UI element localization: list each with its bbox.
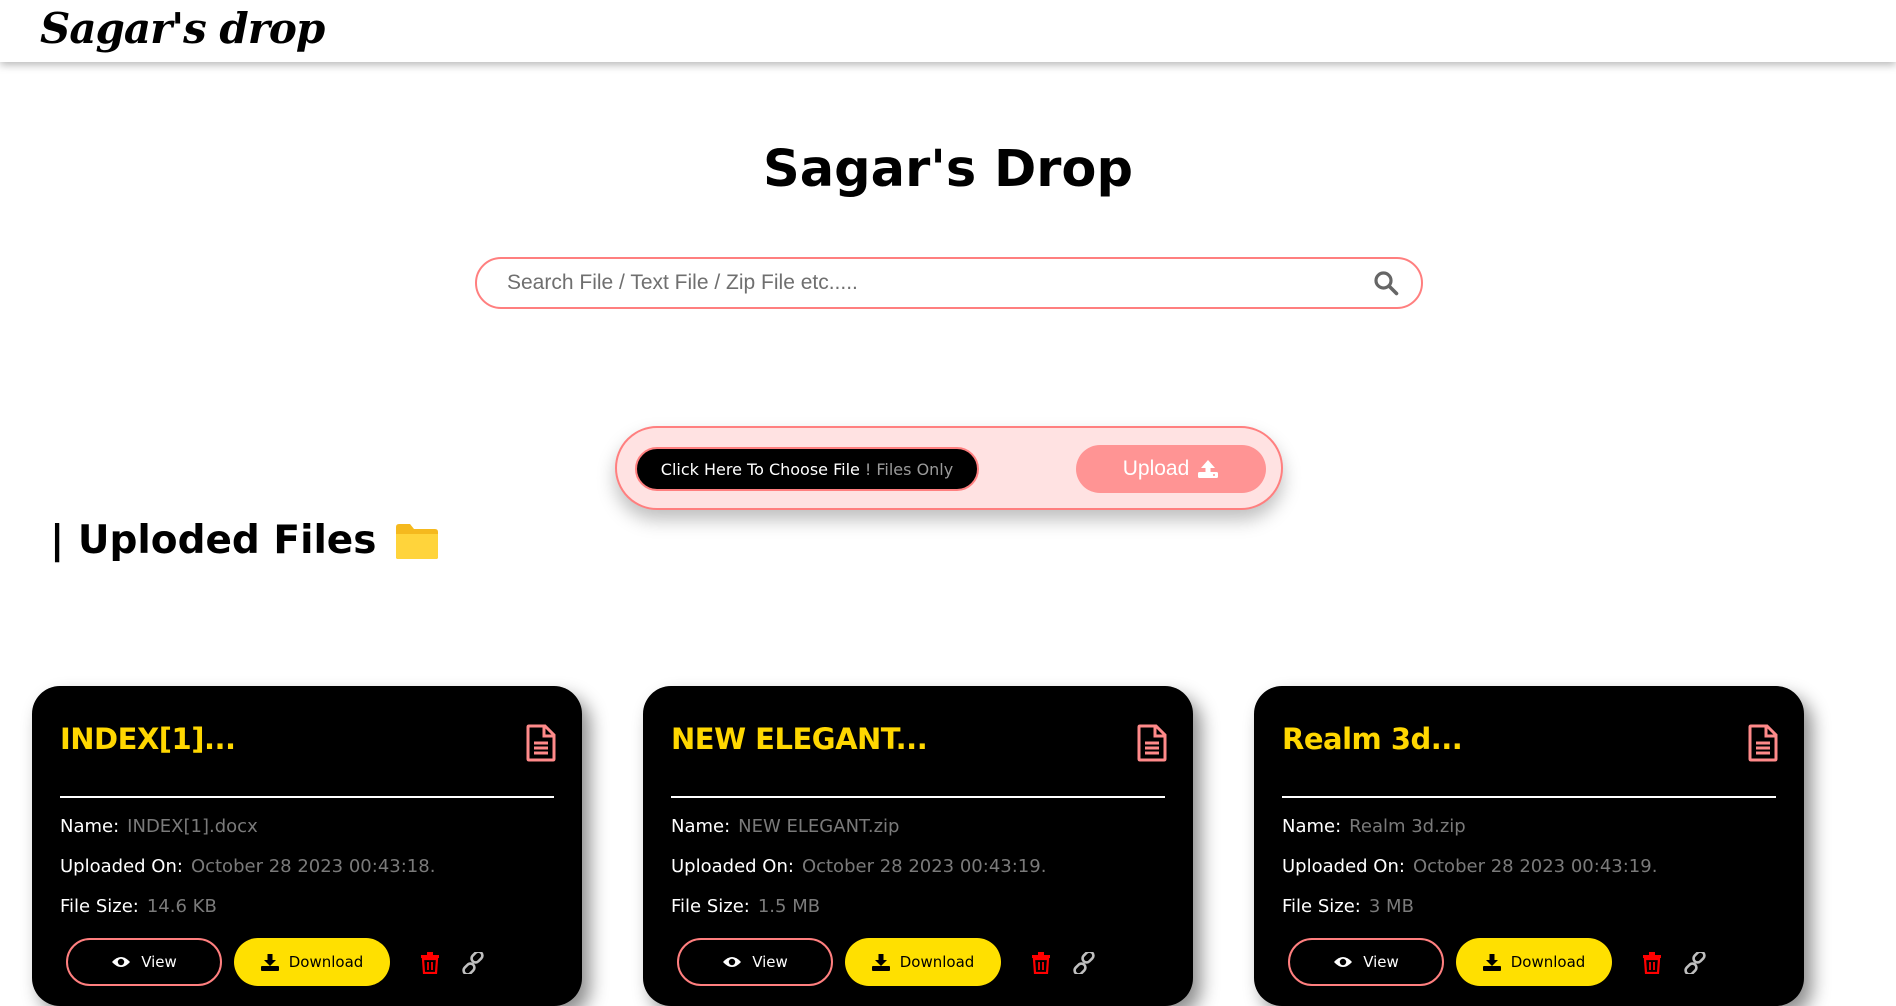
download-label: Download — [288, 953, 364, 971]
trash-icon[interactable] — [420, 952, 440, 974]
view-button[interactable]: View — [1288, 938, 1444, 986]
upload-button[interactable]: Upload — [1076, 445, 1266, 493]
download-label: Download — [899, 953, 975, 971]
file-size-label: File Size: — [1282, 896, 1361, 917]
download-icon — [260, 953, 279, 971]
document-icon — [1137, 724, 1167, 762]
view-label: View — [141, 953, 177, 971]
file-card-title: INDEX[1]... — [60, 722, 236, 756]
uploaded-on-value: October 28 2023 00:43:19. — [801, 856, 1047, 877]
file-card: NEW ELEGANT... Name: NEW ELEGANT.zip Uplo… — [643, 686, 1193, 1006]
file-size-row: File Size: 1.5 MB — [671, 896, 820, 917]
view-label: View — [1363, 953, 1399, 971]
file-card: Realm 3d... Name: Realm 3d.zip Uploaded O… — [1254, 686, 1804, 1006]
file-card-title: NEW ELEGANT... — [671, 722, 928, 756]
trash-icon[interactable] — [1031, 952, 1051, 974]
uploaded-on-label: Uploaded On: — [1282, 856, 1405, 877]
file-name-label: Name: — [671, 816, 731, 837]
download-button[interactable]: Download — [1456, 938, 1612, 986]
file-name-row: Name: NEW ELEGANT.zip — [671, 816, 900, 837]
card-divider — [671, 796, 1165, 798]
document-icon — [1748, 724, 1778, 762]
folder-icon — [396, 523, 439, 559]
file-name-value: NEW ELEGANT.zip — [738, 816, 900, 837]
link-icon[interactable] — [1073, 952, 1095, 974]
download-icon — [1482, 953, 1501, 971]
link-icon[interactable] — [1684, 952, 1706, 974]
uploaded-on-row: Uploaded On: October 28 2023 00:43:18. — [60, 856, 435, 877]
file-size-label: File Size: — [671, 896, 750, 917]
file-card-title: Realm 3d... — [1282, 722, 1463, 756]
uploaded-on-row: Uploaded On: October 28 2023 00:43:19. — [1282, 856, 1657, 877]
eye-icon — [723, 957, 742, 967]
eye-icon — [1334, 957, 1353, 967]
file-name-label: Name: — [1282, 816, 1342, 837]
search-icon[interactable] — [1373, 270, 1399, 296]
file-name-row: Name: INDEX[1].docx — [60, 816, 258, 837]
trash-icon[interactable] — [1642, 952, 1662, 974]
uploaded-on-value: October 28 2023 00:43:18. — [190, 856, 436, 877]
uploaded-on-value: October 28 2023 00:43:19. — [1412, 856, 1658, 877]
file-size-value: 14.6 KB — [146, 896, 217, 917]
file-size-label: File Size: — [60, 896, 139, 917]
choose-file-label: Click Here To Choose File — [660, 459, 860, 479]
file-name-row: Name: Realm 3d.zip — [1282, 816, 1466, 837]
page-title: Sagar's Drop — [763, 140, 1133, 199]
card-divider — [1282, 796, 1776, 798]
upload-icon — [1198, 460, 1219, 478]
view-button[interactable]: View — [66, 938, 222, 986]
section-heading: | Uploded Files — [50, 518, 440, 563]
document-icon — [526, 724, 556, 762]
card-divider — [60, 796, 554, 798]
uploaded-on-row: Uploaded On: October 28 2023 00:43:19. — [671, 856, 1046, 877]
upload-label: Upload — [1122, 457, 1190, 480]
file-size-value: 1.5 MB — [757, 896, 821, 917]
view-button[interactable]: View — [677, 938, 833, 986]
search-input[interactable] — [507, 259, 1327, 307]
file-size-row: File Size: 14.6 KB — [60, 896, 217, 917]
file-size-value: 3 MB — [1368, 896, 1414, 917]
choose-file-button[interactable]: Click Here To Choose File ! Files Only — [635, 447, 979, 491]
upload-panel: Click Here To Choose File ! Files Only U… — [615, 426, 1283, 510]
download-icon — [871, 953, 890, 971]
file-card: INDEX[1]... Name: INDEX[1].docx Uploaded … — [32, 686, 582, 1006]
view-label: View — [752, 953, 788, 971]
link-icon[interactable] — [462, 952, 484, 974]
file-name-value: Realm 3d.zip — [1349, 816, 1466, 837]
choose-file-hint: ! Files Only — [864, 459, 954, 479]
section-title: | Uploded Files — [50, 518, 377, 563]
eye-icon — [112, 957, 131, 967]
uploaded-on-label: Uploaded On: — [60, 856, 183, 877]
file-size-row: File Size: 3 MB — [1282, 896, 1414, 917]
file-name-label: Name: — [60, 816, 120, 837]
download-button[interactable]: Download — [234, 938, 390, 986]
brand-logo[interactable]: Sagar's drop — [40, 4, 325, 53]
file-name-value: INDEX[1].docx — [127, 816, 258, 837]
uploaded-on-label: Uploaded On: — [671, 856, 794, 877]
download-button[interactable]: Download — [845, 938, 1001, 986]
download-label: Download — [1510, 953, 1586, 971]
search-bar — [475, 257, 1423, 309]
navbar: Sagar's drop — [0, 0, 1896, 62]
